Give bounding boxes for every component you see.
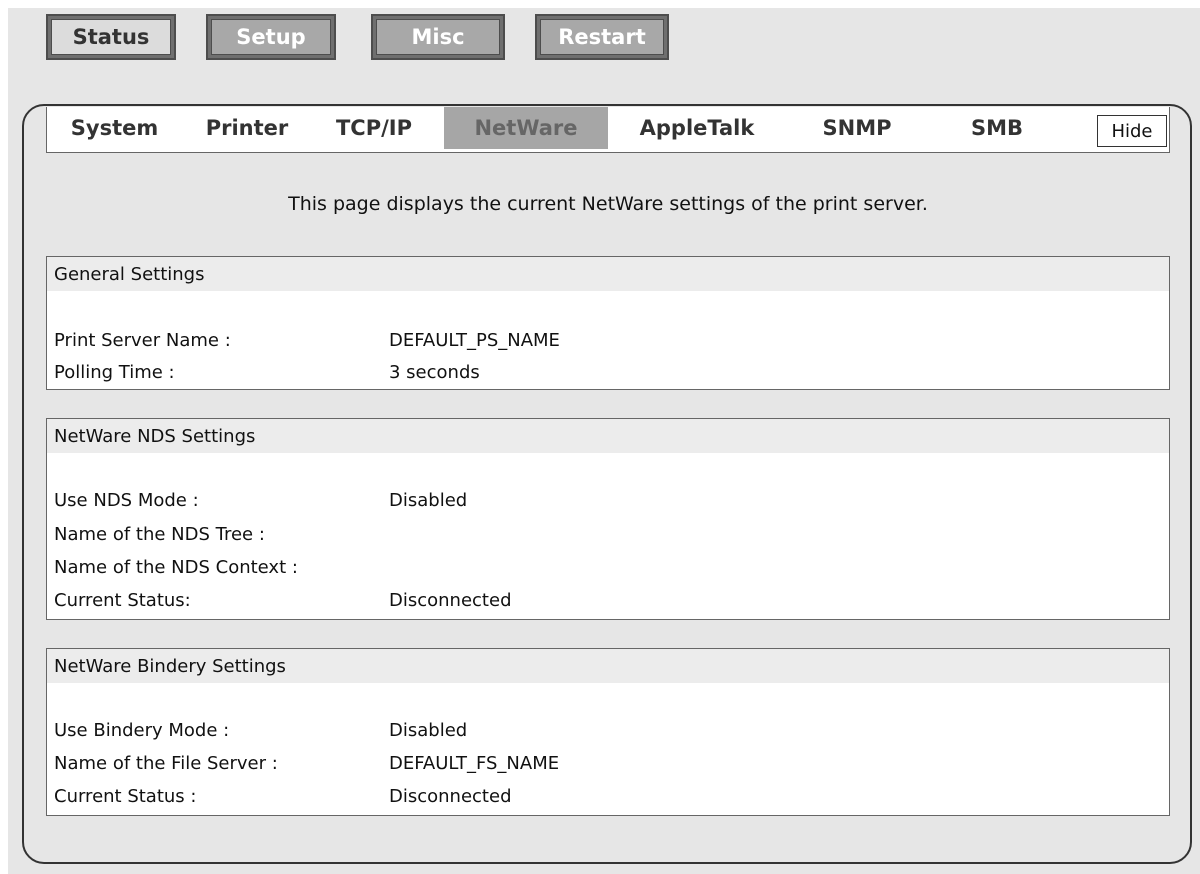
- tab-bar: System Printer TCP/IP NetWare AppleTalk …: [46, 107, 1170, 153]
- field-value: Disabled: [389, 489, 468, 511]
- field-value: 3 seconds: [389, 361, 480, 383]
- tab-netware[interactable]: NetWare: [444, 107, 608, 149]
- restart-button-label: Restart: [540, 19, 664, 55]
- field-label: Use Bindery Mode :: [54, 719, 230, 741]
- tab-printer[interactable]: Printer: [192, 107, 302, 149]
- status-button[interactable]: Status: [46, 14, 176, 60]
- misc-button-label: Misc: [376, 19, 500, 55]
- section-title: NetWare NDS Settings: [47, 419, 1169, 453]
- file-server-name-row: Name of the File Server : DEFAULT_FS_NAM…: [54, 748, 559, 778]
- field-label: Name of the File Server :: [54, 752, 278, 774]
- field-label: Current Status :: [54, 785, 197, 807]
- polling-time-row: Polling Time : 3 seconds: [54, 357, 480, 387]
- field-label: Name of the NDS Tree :: [54, 523, 265, 545]
- field-value: DEFAULT_FS_NAME: [389, 752, 560, 774]
- field-value: DEFAULT_PS_NAME: [389, 329, 560, 351]
- status-button-label: Status: [51, 19, 171, 55]
- nds-settings-section: NetWare NDS Settings Use NDS Mode : Disa…: [46, 418, 1170, 620]
- bindery-settings-section: NetWare Bindery Settings Use Bindery Mod…: [46, 648, 1170, 816]
- restart-button[interactable]: Restart: [535, 14, 669, 60]
- hide-button[interactable]: Hide: [1097, 115, 1167, 147]
- field-value: Disconnected: [389, 785, 512, 807]
- section-title: NetWare Bindery Settings: [47, 649, 1169, 683]
- page-description: This page displays the current NetWare s…: [288, 193, 928, 215]
- tab-system[interactable]: System: [57, 107, 172, 149]
- use-nds-mode-row: Use NDS Mode : Disabled: [54, 485, 467, 515]
- print-server-name-row: Print Server Name : DEFAULT_PS_NAME: [54, 325, 560, 355]
- tab-tcpip[interactable]: TCP/IP: [319, 107, 429, 149]
- nds-tree-row: Name of the NDS Tree :: [54, 519, 389, 549]
- field-value: Disconnected: [389, 589, 512, 611]
- bindery-current-status-row: Current Status : Disconnected: [54, 781, 512, 811]
- field-label: Print Server Name :: [54, 329, 231, 351]
- field-label: Name of the NDS Context :: [54, 556, 298, 578]
- setup-button[interactable]: Setup: [206, 14, 336, 60]
- misc-button[interactable]: Misc: [371, 14, 505, 60]
- tab-smb[interactable]: SMB: [957, 107, 1037, 149]
- tab-snmp[interactable]: SNMP: [812, 107, 902, 149]
- nds-current-status-row: Current Status: Disconnected: [54, 585, 512, 615]
- use-bindery-mode-row: Use Bindery Mode : Disabled: [54, 715, 467, 745]
- general-settings-section: General Settings Print Server Name : DEF…: [46, 256, 1170, 390]
- field-value: Disabled: [389, 719, 468, 741]
- tab-appletalk[interactable]: AppleTalk: [627, 107, 767, 149]
- field-label: Current Status:: [54, 589, 191, 611]
- nds-context-row: Name of the NDS Context :: [54, 552, 389, 582]
- section-title: General Settings: [47, 257, 1169, 291]
- field-label: Use NDS Mode :: [54, 489, 199, 511]
- field-label: Polling Time :: [54, 361, 175, 383]
- setup-button-label: Setup: [211, 19, 331, 55]
